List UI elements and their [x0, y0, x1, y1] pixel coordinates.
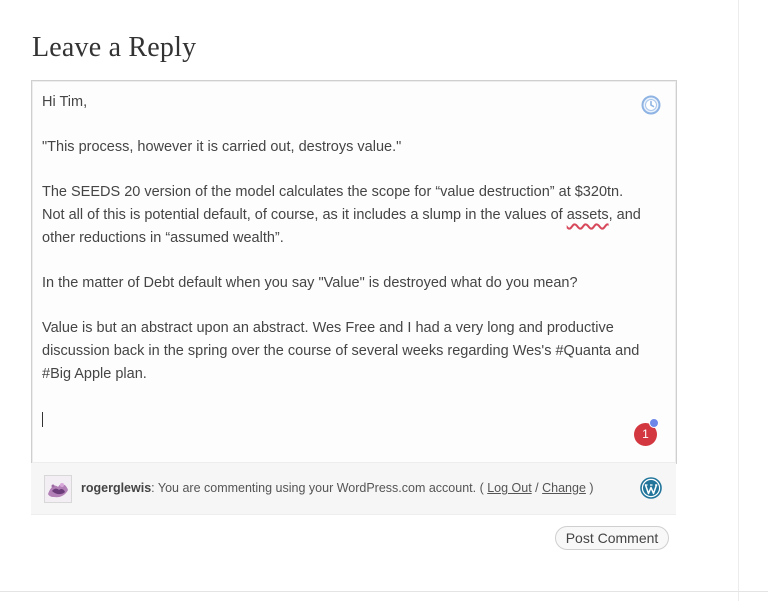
identity-suffix: ) [585, 481, 594, 495]
identity-separator: / [531, 481, 543, 495]
identity-message-text: : You are commenting using your WordPres… [151, 481, 488, 495]
footer-divider [0, 591, 768, 592]
comment-paragraph: In the matter of Debt default when you s… [42, 275, 578, 291]
comment-text[interactable]: Hi Tim, "This process, however it is car… [42, 91, 642, 431]
badge-status-dot [649, 418, 659, 428]
comment-paragraph: "This process, however it is carried out… [42, 139, 402, 155]
comment-paragraph: Hi Tim, [42, 94, 88, 110]
username: rogerglewis [81, 481, 152, 495]
comment-paragraph: Value is but an abstract upon an abstrac… [42, 320, 640, 382]
clock-icon[interactable] [641, 95, 661, 115]
change-link[interactable]: Change [542, 481, 586, 495]
wordpress-icon [640, 477, 662, 499]
logout-link[interactable]: Log Out [487, 481, 531, 495]
identity-message: rogerglewis: You are commenting using yo… [81, 481, 594, 495]
comment-paragraph: The SEEDS 20 version of the model calcul… [42, 181, 642, 250]
right-divider [738, 0, 739, 601]
comment-text-segment: The SEEDS 20 version of the model calcul… [42, 184, 624, 223]
misspelled-word[interactable]: assets [567, 207, 609, 223]
caret-line [42, 408, 642, 431]
identity-bar: rogerglewis: You are commenting using yo… [31, 463, 676, 515]
reply-heading: Leave a Reply [32, 32, 197, 63]
comment-textarea[interactable]: Hi Tim, "This process, however it is car… [31, 80, 677, 464]
avatar [44, 475, 72, 503]
text-caret [42, 412, 43, 427]
post-comment-button[interactable]: Post Comment [555, 526, 669, 550]
